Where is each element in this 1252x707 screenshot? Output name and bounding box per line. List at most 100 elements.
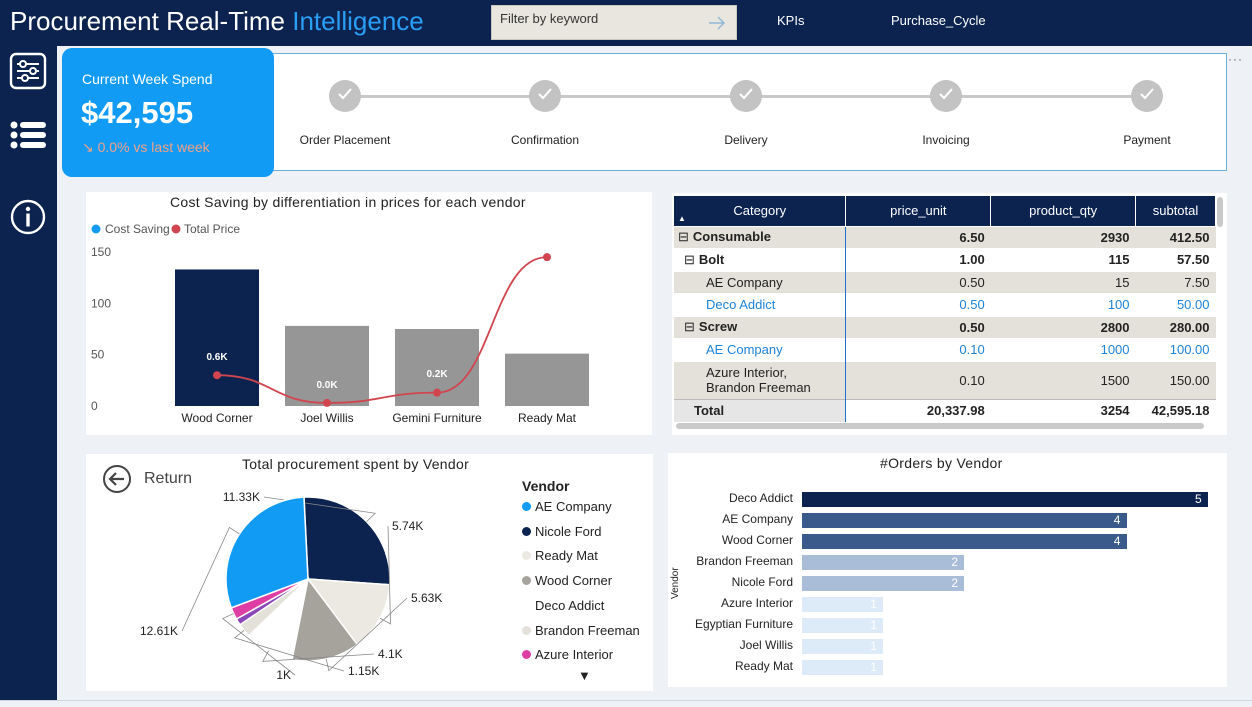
orders-bar-value: 4 xyxy=(1113,534,1121,548)
cost-saving-bar xyxy=(175,269,259,406)
pie-legend-item[interactable]: Brandon Freeman xyxy=(522,623,640,638)
kpi-delta: ↘ 0.0% vs last week xyxy=(82,139,210,155)
orders-bar[interactable] xyxy=(802,513,1127,528)
category-matrix-table: Category ▲ price_unit product_qty subtota… xyxy=(674,196,1216,422)
more-options-icon[interactable]: ··· xyxy=(1228,52,1242,66)
orders-y-tick-label: Deco Addict xyxy=(728,491,793,505)
legend-swatch xyxy=(522,551,531,561)
pie-slice[interactable] xyxy=(303,496,391,586)
category-label: Deco Addict xyxy=(706,297,776,313)
legend-label: Ready Mat xyxy=(535,548,598,564)
filter-placeholder: Filter by keyword xyxy=(500,11,599,26)
legend-scroll-down-icon[interactable]: ▼ xyxy=(578,668,591,683)
matrix-cell-price-unit: 0.50 xyxy=(845,315,991,339)
kpi-value: $42,595 xyxy=(81,95,194,130)
sort-ascending-icon[interactable]: ▲ xyxy=(678,214,686,223)
title-accent: Intelligence xyxy=(292,6,424,36)
collapse-toggle-icon[interactable]: ⊟ xyxy=(684,252,695,267)
step-invoicing[interactable]: Invoicing xyxy=(876,80,1016,147)
orders-bar-value: 2 xyxy=(951,555,959,569)
col-header-subtotal[interactable]: subtotal xyxy=(1135,196,1216,226)
sidebar xyxy=(0,46,57,701)
cost-saving-bar xyxy=(285,325,369,406)
keyword-filter-input[interactable]: Filter by keyword xyxy=(491,5,737,40)
pie-legend-item[interactable]: Azure Interior xyxy=(522,647,613,662)
pie-legend-item[interactable]: Nicole Ford xyxy=(522,524,601,539)
matrix-body: ⊟ Consumable 6.50 2930 412.50 ⊟ Bolt 1.00 115 57.… xyxy=(674,225,1216,422)
legend-swatch-cost-saving xyxy=(91,224,101,234)
matrix-cell-price-unit: 0.50 xyxy=(845,293,991,316)
y-tick-label: 50 xyxy=(91,348,105,362)
info-icon[interactable] xyxy=(9,198,47,236)
matrix-cell-category: AE Company xyxy=(674,338,847,361)
orders-by-vendor-chart: #Orders by Vendor Vendor Deco Addict 5 AE … xyxy=(668,453,1227,687)
matrix-row[interactable]: Azure Interior, Brandon Freeman 0.10 1500 1… xyxy=(674,360,1216,399)
matrix-row[interactable]: AE Company 0.10 1000 100.00 xyxy=(674,338,1216,361)
total-price-point xyxy=(323,398,331,407)
horizontal-scrollbar[interactable] xyxy=(676,423,1204,429)
legend-swatch xyxy=(522,576,531,586)
orders-y-tick-label: Brandon Freeman xyxy=(696,554,793,568)
x-category-label: Gemini Furniture xyxy=(392,411,482,425)
matrix-cell-category: ⊟ Screw xyxy=(674,315,847,339)
step-label: Delivery xyxy=(724,133,768,147)
pie-legend-item[interactable]: Wood Corner xyxy=(522,573,612,588)
matrix-cell-product-qty: 15 xyxy=(990,270,1136,294)
matrix-cell-product-qty: 100 xyxy=(990,293,1136,316)
y-tick-label: 0 xyxy=(91,399,98,413)
matrix-row[interactable]: ⊟ Consumable 6.50 2930 412.50 xyxy=(674,225,1216,249)
current-week-spend-card: Current Week Spend $42,595 ↘ 0.0% vs las… xyxy=(62,48,274,177)
orders-y-tick-label: Egyptian Furniture xyxy=(694,617,793,631)
orders-bar[interactable] xyxy=(802,576,965,591)
legend-label: AE Company xyxy=(535,499,612,514)
vertical-scrollbar[interactable] xyxy=(1217,197,1223,227)
total-price-point xyxy=(213,371,221,380)
arrow-right-icon[interactable] xyxy=(708,15,726,31)
pie-slice-label: 5.63K xyxy=(411,591,442,605)
matrix-cell-product-qty: 1500 xyxy=(990,360,1136,399)
matrix-row[interactable]: AE Company 0.50 15 7.50 xyxy=(674,270,1216,294)
matrix-total-row: Total 20,337.98 3254 42,595.18 xyxy=(674,398,1216,422)
step-label: Invoicing xyxy=(922,133,970,147)
legend-swatch xyxy=(522,625,531,635)
title-main: Procurement Real-Time xyxy=(10,6,293,36)
pie-slice-label: 5.74K xyxy=(392,519,423,533)
orders-bar[interactable] xyxy=(802,492,1208,507)
pie-legend-item[interactable]: Ready Mat xyxy=(522,548,598,563)
pie-legend-item[interactable]: Deco Addict xyxy=(522,598,604,613)
pie-legend-item[interactable]: AE Company xyxy=(522,499,612,514)
matrix-row[interactable]: ⊟ Screw 0.50 2800 280.00 xyxy=(674,315,1216,339)
matrix-cell-category: Azure Interior, Brandon Freeman xyxy=(674,360,847,399)
nav-kpis-link[interactable]: KPIs xyxy=(777,13,804,28)
col-header-category[interactable]: Category ▲ xyxy=(674,196,847,226)
x-category-label: Joel Willis xyxy=(300,411,353,425)
bar-data-label: 0.6K xyxy=(206,352,228,363)
matrix-row[interactable]: ⊟ Bolt 1.00 115 57.50 xyxy=(674,248,1216,271)
matrix-cell-category: AE Company xyxy=(674,270,847,294)
collapse-toggle-icon[interactable]: ⊟ xyxy=(684,319,695,334)
step-delivery[interactable]: Delivery xyxy=(676,80,816,147)
step-payment[interactable]: Payment xyxy=(1077,80,1217,147)
step-order-placement[interactable]: Order Placement xyxy=(275,80,415,147)
step-confirmation[interactable]: Confirmation xyxy=(475,80,615,147)
orders-bar[interactable] xyxy=(802,555,965,570)
collapse-toggle-icon[interactable]: ⊟ xyxy=(678,229,689,244)
matrix-cell-subtotal: 280.00 xyxy=(1135,315,1216,339)
matrix-cell-category: ⊟ Bolt xyxy=(674,248,847,271)
matrix-cell-price-unit: 1.00 xyxy=(845,248,991,271)
matrix-cell-subtotal: 150.00 xyxy=(1135,360,1216,399)
orders-bar[interactable] xyxy=(802,534,1127,549)
col-header-product-qty[interactable]: product_qty xyxy=(990,196,1137,226)
matrix-cell-subtotal: 50.00 xyxy=(1135,293,1216,316)
list-icon[interactable] xyxy=(9,116,47,154)
total-price-line xyxy=(216,256,548,404)
purchase-process-stepper: Order Placement Confirmation Delivery In… xyxy=(262,53,1227,171)
bar-data-label: 0.0K xyxy=(316,380,338,391)
col-header-price-unit[interactable]: price_unit xyxy=(845,196,992,226)
y-tick-label: 100 xyxy=(91,296,111,310)
matrix-row[interactable]: Deco Addict 0.50 100 50.00 xyxy=(674,293,1216,316)
filter-sliders-icon[interactable] xyxy=(9,52,47,90)
pie-slice-label: 1K xyxy=(276,668,291,682)
legend-label: Wood Corner xyxy=(535,573,613,589)
nav-purchase-cycle-link[interactable]: Purchase_Cycle xyxy=(891,13,986,28)
